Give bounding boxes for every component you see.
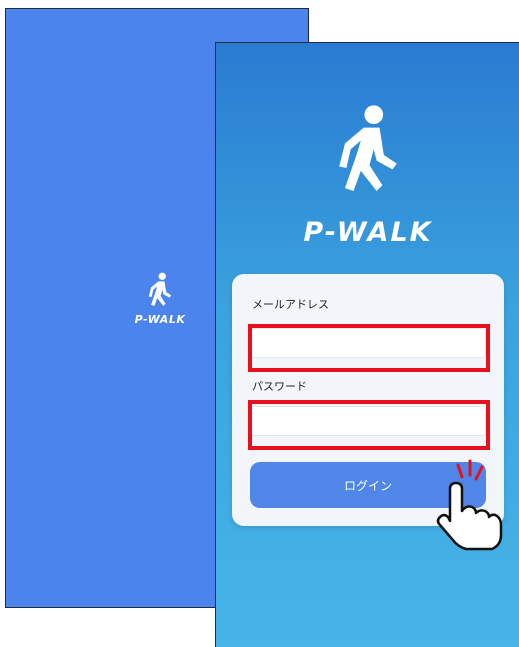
login-logo: P-WALK	[216, 101, 519, 248]
password-field[interactable]	[250, 406, 486, 436]
tapping-hand-icon	[436, 459, 503, 551]
login-brand: P-WALK	[303, 217, 433, 248]
splash-brand: P-WALK	[134, 313, 186, 326]
walking-person-icon	[339, 105, 397, 191]
login-screen: P-WALK メールアドレス パスワード ログイン	[215, 42, 519, 647]
email-field[interactable]	[250, 328, 486, 358]
splash-logo: P-WALK	[125, 272, 195, 326]
password-label: パスワード	[252, 380, 307, 393]
email-label: メールアドレス	[252, 298, 329, 311]
walking-person-icon	[148, 272, 172, 306]
